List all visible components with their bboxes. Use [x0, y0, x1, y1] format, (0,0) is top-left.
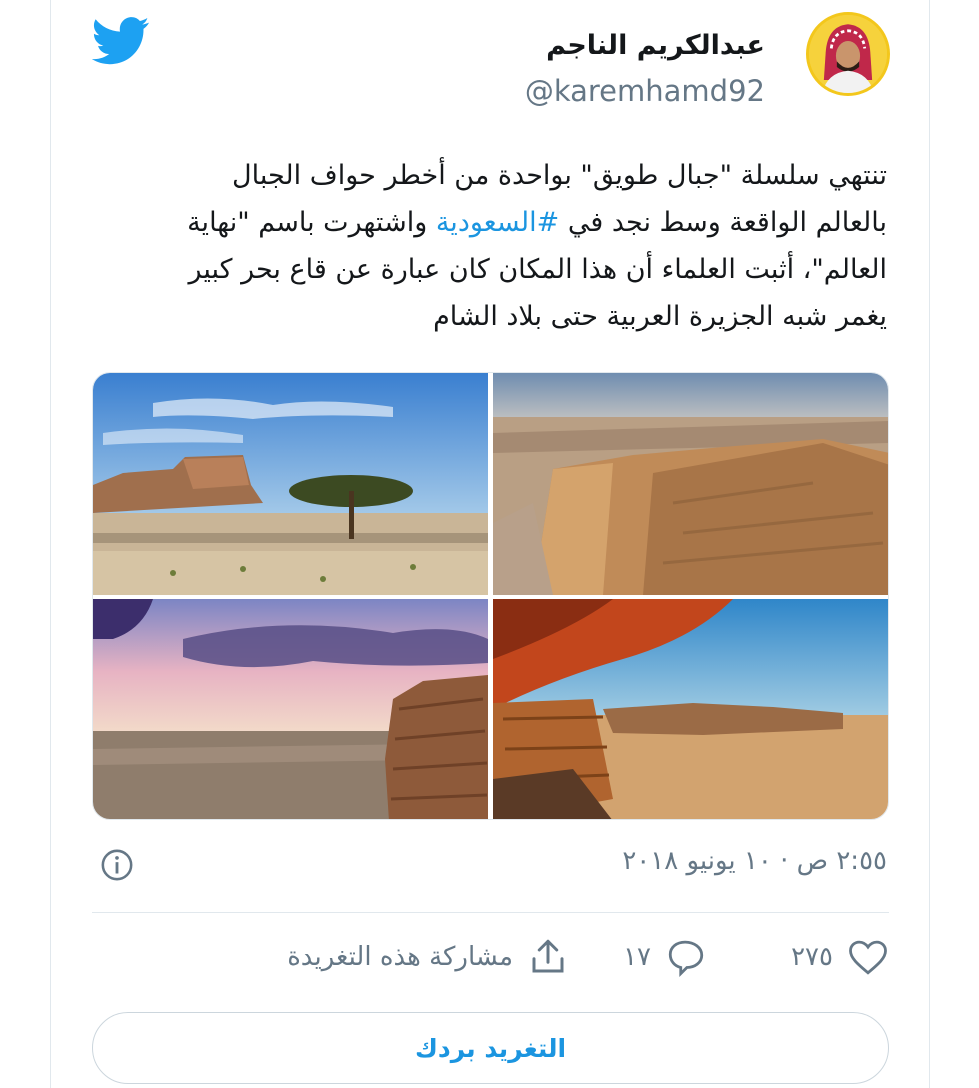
media-grid — [92, 372, 889, 820]
user-handle[interactable]: @karemhamd92 — [525, 74, 765, 108]
tweet-line: يغمر شبه الجزيرة العربية حتى بلاد الشام — [433, 301, 887, 332]
hashtag-link[interactable]: #السعودية — [436, 207, 559, 238]
info-icon[interactable] — [100, 848, 134, 882]
like-action[interactable]: ٢٧٥ — [791, 936, 889, 978]
share-action[interactable]: مشاركة هذه التغريدة — [287, 936, 569, 978]
tweet-line: العالم"، أثبت العلماء أن هذا المكان كان … — [188, 254, 887, 285]
heart-icon[interactable] — [847, 936, 889, 978]
reply-bubble-icon[interactable] — [665, 936, 707, 978]
reply-action[interactable]: ١٧ — [623, 936, 707, 978]
tweet-text: تنتهي سلسلة "جبال طويق" بواحدة من أخطر ح… — [100, 152, 887, 340]
photo-sunset-cliff[interactable] — [93, 599, 488, 819]
share-icon[interactable] — [527, 936, 569, 978]
tweet-timestamp[interactable]: ٢:٥٥ ص · ١٠ يونيو ٢٠١٨ — [622, 846, 887, 876]
twitter-bird-icon — [92, 17, 150, 65]
reply-button[interactable]: التغريد بردك — [92, 1012, 889, 1084]
action-bar: ٢٧٥ ١٧ مشاركة هذه التغريدة — [92, 930, 889, 990]
reply-count: ١٧ — [623, 942, 651, 972]
share-label: مشاركة هذه التغريدة — [287, 942, 513, 972]
display-name[interactable]: عبدالكريم الناجم — [546, 30, 765, 61]
avatar[interactable] — [806, 12, 890, 96]
photo-cliff-edge[interactable] — [493, 373, 888, 595]
tweet-line: بالعالم الواقعة وسط نجد في #السعودية واش… — [187, 207, 887, 238]
divider — [92, 912, 889, 913]
like-count: ٢٧٥ — [791, 942, 833, 972]
photo-plateau-acacia[interactable] — [93, 373, 488, 595]
tweet-line: تنتهي سلسلة "جبال طويق" بواحدة من أخطر ح… — [232, 160, 887, 191]
avatar-image — [809, 15, 887, 93]
photo-overhang-view[interactable] — [493, 599, 888, 819]
